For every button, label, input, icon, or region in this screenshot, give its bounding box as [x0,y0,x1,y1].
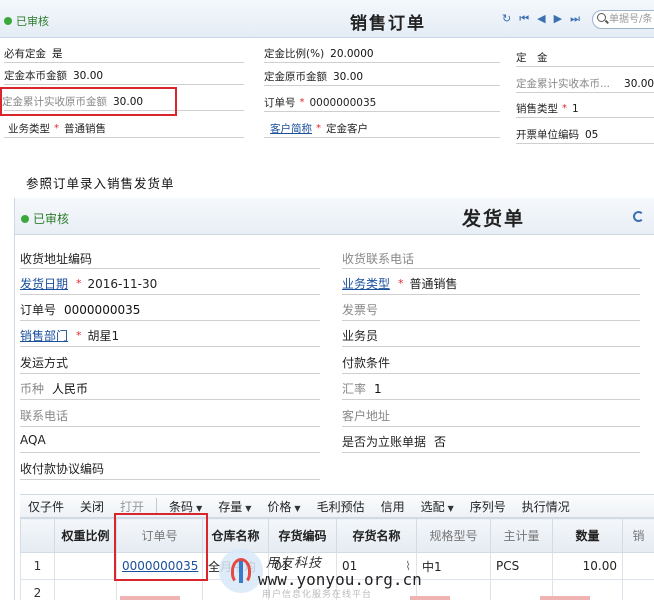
close-button[interactable]: 关闭 [72,498,112,515]
section-caption: 参照订单录入销售发货单 [26,176,175,191]
deposit-orig-amount-field[interactable]: 定金原币金额 30.00 [264,69,363,84]
approved-status: 已审核 [4,13,49,29]
grid-header-inventory-name[interactable]: 存货名称 [336,518,417,553]
ship-address-code-field[interactable]: 收货地址编码 [20,250,100,267]
customer-address-field[interactable]: 客户地址 [342,407,398,424]
cell-quantity[interactable]: 10.00 [552,552,623,580]
delivery-business-type-field[interactable]: 业务类型 * 普通销售 [342,275,458,292]
grid-header-inventory-code[interactable]: 存货编码 [268,518,337,553]
search-icon [597,13,606,22]
chevron-down-icon: ▼ [245,503,252,513]
chevron-down-icon: ▼ [294,503,301,513]
customer-short-field[interactable]: 客户简称 * 定金客户 [270,121,368,136]
row-number: 2 [20,579,55,600]
first-record-icon[interactable]: ⏮ [519,13,529,25]
sales-order-panel: 已审核 销售订单 ↻ ⏮ ◀ ▶ ⏭ 单据号/条 必有定金 是 定金比例(%) … [0,0,654,150]
ship-method-field[interactable]: 发运方式 [20,354,76,371]
receiver-phone-field[interactable]: 收货联系电话 [342,250,422,267]
contact-phone-field[interactable]: 联系电话 [20,407,76,424]
sales-order-title: 销售订单 [350,14,426,34]
refresh-icon[interactable]: ↻ [502,13,511,25]
sales-order-header: 已审核 销售订单 ↻ ⏮ ◀ ▶ ⏭ 单据号/条 [0,0,654,38]
chevron-down-icon: ▼ [196,503,203,513]
document-search-input[interactable]: 单据号/条 [592,10,654,29]
salesperson-field[interactable]: 业务员 [342,327,386,344]
delivery-order-no-field[interactable]: 订单号 0000000035 [20,301,140,318]
grid-header-spec[interactable]: 规格型号 [416,518,491,553]
credit-button[interactable]: 信用 [373,498,413,515]
serial-number-button[interactable]: 序列号 [462,498,514,515]
barcode-menu[interactable]: 条码 ▼ [161,498,210,515]
cell-more[interactable] [622,552,654,580]
configure-menu[interactable]: 选配 ▼ [413,498,462,515]
open-button[interactable]: 打开 [112,498,152,515]
sub-parts-only-button[interactable]: 仅子件 [20,498,72,515]
grid-header-warehouse[interactable]: 仓库名称 [202,518,269,553]
deposit-field[interactable]: 定 金 [516,50,554,65]
bottom-decoration [120,596,654,600]
toolbar-separator [156,498,158,514]
exchange-rate-field[interactable]: 汇率 1 [342,380,382,397]
delivery-note-title: 发货单 [462,208,526,230]
grid-header-main-unit[interactable]: 主计量 [490,518,553,553]
next-record-icon[interactable]: ▶ [554,13,562,25]
deposit-required-field[interactable]: 必有定金 是 [4,46,63,61]
sales-dept-field[interactable]: 销售部门 * 胡星1 [20,327,119,344]
ship-date-field[interactable]: 发货日期 * 2016-11-30 [20,275,157,292]
refresh-icon[interactable] [633,211,644,222]
execution-status-button[interactable]: 执行情况 [514,498,578,515]
approved-dot-icon [4,17,12,25]
immediate-account-field[interactable]: 是否为立账单据 否 [342,433,446,450]
gross-profit-button[interactable]: 毛利预估 [309,498,373,515]
stock-menu[interactable]: 存量 ▼ [210,498,259,515]
cell-spec[interactable]: 中1 [416,552,491,580]
cell-weight-ratio[interactable] [54,579,117,600]
business-type-field[interactable]: 业务类型 * 普通销售 [8,121,106,136]
sales-type-field[interactable]: 销售类型 * 1 [516,101,579,116]
highlight-box-order-no [114,513,208,581]
aqa-field[interactable]: AQA [20,433,54,447]
grid-header-quantity[interactable]: 数量 [552,518,623,553]
order-no-field[interactable]: 订单号 * 0000000035 [264,95,376,110]
watermark-cn: 用友科技 [266,556,323,571]
deposit-cum-local-field[interactable]: 定金累计实收本币... 30.00 [516,76,654,91]
row-number: 1 [20,552,55,580]
invoice-no-field[interactable]: 发票号 [342,301,386,318]
cell-main-unit[interactable]: PCS [490,552,553,580]
currency-field[interactable]: 币种 人民币 [20,380,88,397]
grid-header-more[interactable]: 销 [622,518,654,553]
invoice-unit-code-field[interactable]: 开票单位编码 05 [516,127,598,142]
grid-header-weight-ratio[interactable]: 权重比例 [54,518,117,553]
last-record-icon[interactable]: ⏭ [570,13,580,25]
yonyou-logo-icon [219,549,263,593]
deposit-local-amount-field[interactable]: 定金本币金额 30.00 [4,68,103,83]
prev-record-icon[interactable]: ◀ [537,13,545,25]
cell-weight-ratio[interactable] [54,552,117,580]
payment-terms-field[interactable]: 付款条件 [342,354,398,371]
record-navigation: ↻ ⏮ ◀ ▶ ⏭ [502,13,580,25]
delivery-approved-status: 已审核 [21,210,69,227]
approved-dot-icon [21,214,29,223]
highlight-box-deposit [0,87,177,116]
chevron-down-icon: ▼ [447,503,454,513]
grid-header-rownum [20,518,55,553]
payment-agreement-code-field[interactable]: 收付款协议编码 [20,460,112,477]
delivery-note-header: 已审核 发货单 [15,198,654,235]
deposit-ratio-field[interactable]: 定金比例(%) 20.0000 [264,46,374,61]
price-menu[interactable]: 价格 ▼ [259,498,308,515]
